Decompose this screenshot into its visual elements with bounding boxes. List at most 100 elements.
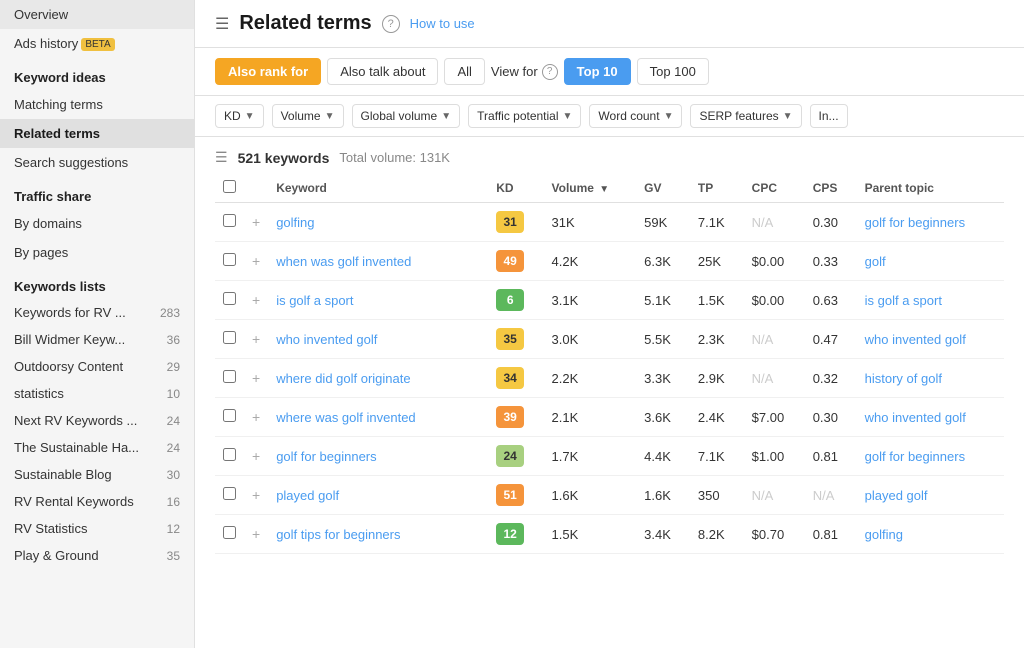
kd-badge: 49 xyxy=(496,250,524,272)
sidebar-item-ads-history[interactable]: Ads historyBETA xyxy=(0,29,194,58)
sidebar-list-item[interactable]: Play & Ground35 xyxy=(0,542,194,569)
ads-history-badge: BETA xyxy=(81,38,114,51)
add-keyword-btn[interactable]: + xyxy=(244,359,268,398)
gv-cell: 5.1K xyxy=(636,281,690,320)
row-checkbox[interactable] xyxy=(223,526,236,539)
parent-topic-link[interactable]: who invented golf xyxy=(865,410,966,425)
cps-cell: 0.47 xyxy=(805,320,857,359)
col-header-cpc[interactable]: CPC xyxy=(744,174,805,203)
col-header-cps[interactable]: CPS xyxy=(805,174,857,203)
cps-cell: 0.81 xyxy=(805,515,857,554)
add-keyword-btn[interactable]: + xyxy=(244,242,268,281)
parent-topic-link[interactable]: golf for beginners xyxy=(865,449,965,464)
sidebar-list-item[interactable]: Outdoorsy Content29 xyxy=(0,353,194,380)
keyword-link[interactable]: when was golf invented xyxy=(276,254,411,269)
sidebar-list-item[interactable]: RV Statistics12 xyxy=(0,515,194,542)
cps-cell: 0.81 xyxy=(805,437,857,476)
tab-also-talk-about[interactable]: Also talk about xyxy=(327,58,438,85)
sidebar-item-related-terms[interactable]: Related terms xyxy=(0,119,194,148)
add-keyword-btn[interactable]: + xyxy=(244,320,268,359)
select-all-checkbox[interactable] xyxy=(223,180,236,193)
sidebar-list-item[interactable]: RV Rental Keywords16 xyxy=(0,488,194,515)
sidebar-item-search-suggestions[interactable]: Search suggestions xyxy=(0,148,194,177)
parent-topic-link[interactable]: played golf xyxy=(865,488,928,503)
add-keyword-btn[interactable]: + xyxy=(244,515,268,554)
table-row: + golf tips for beginners 12 1.5K 3.4K 8… xyxy=(215,515,1004,554)
col-header-parent-topic[interactable]: Parent topic xyxy=(857,174,1004,203)
keyword-link[interactable]: golf tips for beginners xyxy=(276,527,400,542)
tp-cell: 7.1K xyxy=(690,437,744,476)
cpc-cell: $7.00 xyxy=(744,398,805,437)
tab-also-rank-for[interactable]: Also rank for xyxy=(215,58,321,85)
col-filter-kd[interactable]: KD▼ xyxy=(215,104,264,128)
col-filter-in...[interactable]: In... xyxy=(810,104,848,128)
add-keyword-btn[interactable]: + xyxy=(244,398,268,437)
add-keyword-btn[interactable]: + xyxy=(244,203,268,242)
row-checkbox[interactable] xyxy=(223,214,236,227)
view-for-help-icon[interactable]: ? xyxy=(542,64,558,80)
tab-all[interactable]: All xyxy=(444,58,484,85)
keyword-link[interactable]: is golf a sport xyxy=(276,293,353,308)
keyword-link[interactable]: golfing xyxy=(276,215,314,230)
kd-badge: 12 xyxy=(496,523,524,545)
col-header-keyword[interactable]: Keyword xyxy=(268,174,488,203)
sidebar-list-item[interactable]: statistics10 xyxy=(0,380,194,407)
keyword-link[interactable]: who invented golf xyxy=(276,332,377,347)
section-keyword-ideas: Keyword ideas xyxy=(0,58,194,90)
parent-topic-link[interactable]: golf xyxy=(865,254,886,269)
col-header-kd[interactable]: KD xyxy=(488,174,543,203)
row-checkbox[interactable] xyxy=(223,370,236,383)
tab-top-10[interactable]: Top 10 xyxy=(564,58,631,85)
row-checkbox[interactable] xyxy=(223,331,236,344)
sidebar-item-matching-terms[interactable]: Matching terms xyxy=(0,90,194,119)
add-keyword-btn[interactable]: + xyxy=(244,437,268,476)
col-header-tp[interactable]: TP xyxy=(690,174,744,203)
gv-cell: 3.6K xyxy=(636,398,690,437)
volume-cell: 2.1K xyxy=(544,398,637,437)
sidebar-item-by-domains[interactable]: By domains xyxy=(0,209,194,238)
keyword-link[interactable]: golf for beginners xyxy=(276,449,376,464)
sidebar-list-item[interactable]: Sustainable Blog30 xyxy=(0,461,194,488)
col-filter-traffic-potential[interactable]: Traffic potential▼ xyxy=(468,104,581,128)
keyword-link[interactable]: where did golf originate xyxy=(276,371,410,386)
sidebar-list-item[interactable]: Next RV Keywords ...24 xyxy=(0,407,194,434)
parent-topic-link[interactable]: who invented golf xyxy=(865,332,966,347)
help-icon[interactable]: ? xyxy=(382,15,400,33)
add-keyword-btn[interactable]: + xyxy=(244,476,268,515)
tp-cell: 2.4K xyxy=(690,398,744,437)
parent-topic-link[interactable]: is golf a sport xyxy=(865,293,942,308)
col-header-gv[interactable]: GV xyxy=(636,174,690,203)
sidebar-item-by-pages[interactable]: By pages xyxy=(0,238,194,267)
sidebar-item-overview[interactable]: Overview xyxy=(0,0,194,29)
add-keyword-btn[interactable]: + xyxy=(244,281,268,320)
parent-topic-link[interactable]: golf for beginners xyxy=(865,215,965,230)
sort-arrow: ▼ xyxy=(599,184,609,195)
cpc-cell: N/A xyxy=(744,359,805,398)
parent-topic-link[interactable]: golfing xyxy=(865,527,903,542)
keyword-link[interactable]: where was golf invented xyxy=(276,410,415,425)
keyword-link[interactable]: played golf xyxy=(276,488,339,503)
row-checkbox[interactable] xyxy=(223,292,236,305)
col-filter-global-volume[interactable]: Global volume▼ xyxy=(352,104,461,128)
tab-top-100[interactable]: Top 100 xyxy=(637,58,709,85)
sidebar-list-item[interactable]: Keywords for RV ...283 xyxy=(0,299,194,326)
keyword-cell: is golf a sport xyxy=(268,281,488,320)
kd-cell: 12 xyxy=(488,515,543,554)
parent-topic-link[interactable]: history of golf xyxy=(865,371,942,386)
hamburger-icon[interactable]: ☰ xyxy=(215,14,229,34)
col-filter-word-count[interactable]: Word count▼ xyxy=(589,104,682,128)
row-checkbox[interactable] xyxy=(223,448,236,461)
kd-cell: 31 xyxy=(488,203,543,242)
row-checkbox-cell xyxy=(215,320,244,359)
sidebar-list-item[interactable]: Bill Widmer Keyw...36 xyxy=(0,326,194,353)
sidebar-list-item[interactable]: The Sustainable Ha...24 xyxy=(0,434,194,461)
col-header-volume[interactable]: Volume ▼ xyxy=(544,174,637,203)
row-checkbox[interactable] xyxy=(223,253,236,266)
row-checkbox[interactable] xyxy=(223,487,236,500)
keyword-cell: where did golf originate xyxy=(268,359,488,398)
keyword-count-icon[interactable]: ☰ xyxy=(215,149,228,166)
how-to-use-link[interactable]: How to use xyxy=(410,16,475,31)
col-filter-volume[interactable]: Volume▼ xyxy=(272,104,344,128)
row-checkbox[interactable] xyxy=(223,409,236,422)
col-filter-serp-features[interactable]: SERP features▼ xyxy=(690,104,801,128)
